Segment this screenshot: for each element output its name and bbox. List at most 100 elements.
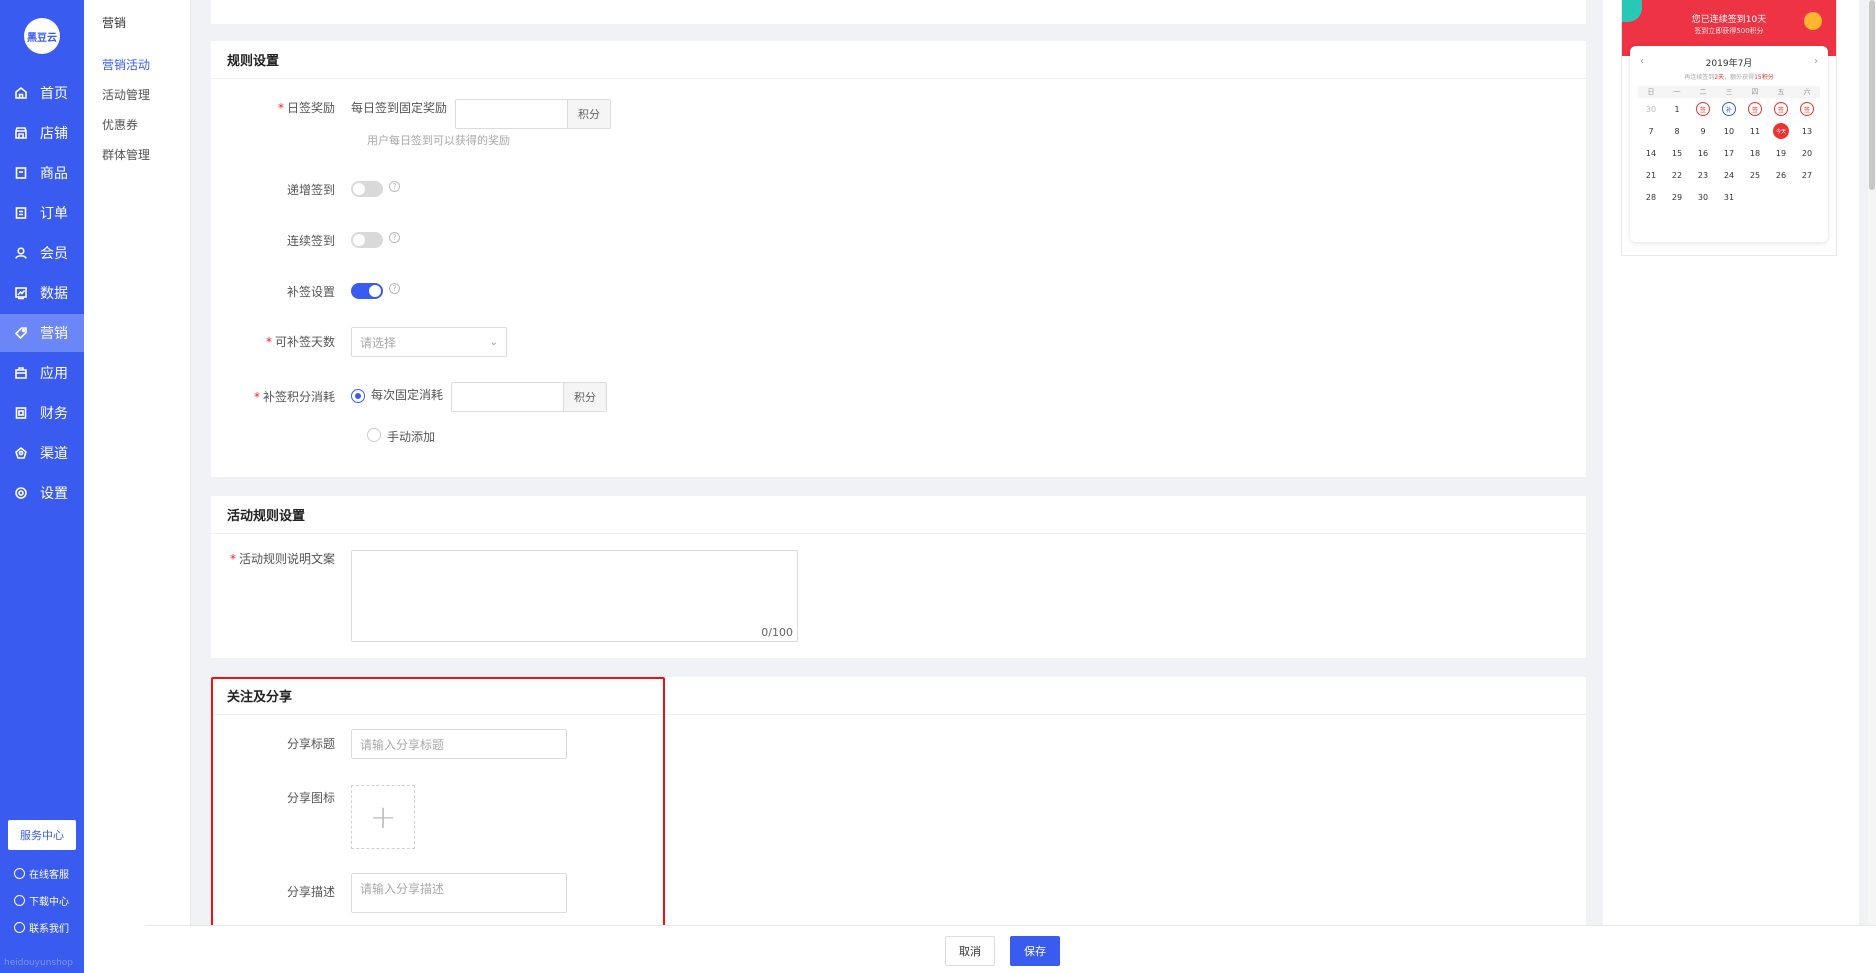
subnav-item-coupon[interactable]: 优惠券 [102,116,138,133]
calendar-day: 签 [1690,98,1716,120]
share-title-label: 分享标题 [286,737,335,751]
help-icon[interactable]: ? [389,232,400,243]
calendar-day: 28 [1645,192,1657,202]
fixed-cost-option[interactable]: 每次固定消耗 [351,382,451,404]
calendar-day: 10 [1723,126,1735,136]
chevron-right-icon[interactable]: › [1814,56,1818,67]
nav-item-marketing[interactable]: 营销 [0,314,84,352]
help-icon[interactable]: ? [389,181,400,192]
calendar-day: 16 [1697,148,1709,158]
continuous-signin-switch[interactable] [351,232,383,248]
signed-marker: 补 [1722,102,1736,116]
fixed-cost-radio[interactable] [351,388,365,403]
nav-label: 店铺 [40,126,68,142]
activity-rules-textarea[interactable]: 0/100 [351,550,798,642]
nav-item-channel[interactable]: 渠道 [0,434,84,472]
channel-icon [15,446,27,459]
service-center-button[interactable]: 服务中心 [8,820,76,850]
calendar-weekday: 六 [1794,86,1820,98]
member-icon [15,247,27,259]
option-label: 手动添加 [387,430,436,444]
share-icon-row: 分享图标 + [211,785,415,849]
rules-card: 规则设置 * 日签奖励 每日签到固定奖励 积分 用户每日签到可以获得的奖励 递增签… [211,41,1586,477]
increment-signin-switch[interactable] [351,181,383,197]
page-scrollbar[interactable] [1868,0,1876,973]
download-center-link[interactable]: 下载中心 [14,893,69,908]
logo[interactable]: 黑豆云 [24,18,60,54]
calendar-day: 补 [1716,98,1742,120]
calendar-day: 1 [1674,104,1680,114]
option-label: 每次固定消耗 [371,388,444,402]
nav-label: 应用 [40,366,68,382]
tag-icon [14,327,27,340]
chevron-down-icon: ⌄ [489,336,498,348]
contact-us-link[interactable]: 联系我们 [14,920,69,935]
makeup-cost-row: * 补签积分消耗 每次固定消耗 积分 [211,382,608,412]
finance-icon [15,407,27,419]
daily-reward-hint: 用户每日签到可以获得的奖励 [367,132,510,148]
manual-add-option[interactable]: 手动添加 [367,428,443,446]
calendar-day: 23 [1697,170,1709,180]
subnav-item-group-management[interactable]: 群体管理 [102,146,150,163]
calendar-day: 27 [1801,170,1813,180]
calendar-weekday: 五 [1768,86,1794,98]
makeup-days-select[interactable]: 请选择 ⌄ [351,327,507,357]
brand-footer: heidouyunshop [4,958,74,968]
daily-reward-input[interactable] [456,100,569,128]
main-nav: 黑豆云 首页 店铺 商品 订单 会员 数据 营销 应用 财务 渠道 设置 服务中… [0,0,84,973]
help-icon[interactable]: ? [389,283,400,294]
calendar-day: 9 [1700,126,1706,136]
online-service-link[interactable]: 在线客服 [14,866,69,881]
makeup-cost-input-group: 积分 [451,382,608,412]
calendar-day: 17 [1723,148,1735,158]
signed-marker: 签 [1748,102,1762,116]
nav-item-home[interactable]: 首页 [0,74,84,112]
subnav-item-activity-management[interactable]: 活动管理 [102,86,150,103]
nav-item-finance[interactable]: 财务 [0,394,84,432]
nav-label: 设置 [40,486,68,502]
activity-rules-row: * 活动规则说明文案 0/100 [211,550,798,642]
activity-rules-card: 活动规则设置 * 活动规则说明文案 0/100 [211,496,1586,658]
calendar-subtitle: 再连续签到2天，额外获得15积分 [1684,74,1774,81]
share-title-input[interactable]: 请输入分享标题 [351,729,567,759]
calendar-day: 25 [1749,170,1761,180]
home-icon [15,86,27,99]
download-icon [14,895,25,906]
nav-label: 营销 [40,326,68,342]
share-desc-row: 分享描述 请输入分享描述 [211,873,567,913]
save-button[interactable]: 保存 [1010,936,1060,966]
calendar-day: 15 [1671,148,1683,158]
calendar-day: 签 [1742,98,1768,120]
scrollbar-thumb[interactable] [1869,0,1875,190]
calendar-weekday: 日 [1638,86,1664,98]
contact-icon [14,922,25,933]
app-icon [15,367,27,379]
nav-item-member[interactable]: 会员 [0,234,84,272]
nav-item-app[interactable]: 应用 [0,354,84,392]
makeup-signin-switch[interactable] [351,283,383,299]
calendar-weekday: 三 [1716,86,1742,98]
calendar-day: 7 [1648,126,1654,136]
subnav-item-marketing-activity[interactable]: 营销活动 [102,56,150,73]
cancel-button[interactable]: 取消 [945,936,995,966]
previous-section-card [211,0,1586,24]
nav-item-order[interactable]: 订单 [0,194,84,232]
link-label: 下载中心 [29,897,69,908]
share-desc-input[interactable]: 请输入分享描述 [351,873,567,913]
phone-preview: 您已连续签到10天 签到立即获得500积分 ‹ 2019年7月 › 再连续签到2… [1621,0,1837,256]
nav-item-settings[interactable]: 设置 [0,474,84,512]
signin-calendar: ‹ 2019年7月 › 再连续签到2天，额外获得15积分 日一二三四五六 30 1 签… [1630,46,1828,242]
nav-item-data[interactable]: 数据 [0,274,84,312]
hint-text: 用户每日签到可以获得的奖励 [367,134,510,147]
signed-marker: 签 [1800,102,1814,116]
today-marker: 今天 [1773,123,1789,139]
calendar-day: 30 [1645,104,1657,114]
nav-item-store[interactable]: 店铺 [0,114,84,152]
makeup-cost-input[interactable] [452,383,565,411]
share-title-row: 分享标题 请输入分享标题 [211,729,567,759]
nav-label: 数据 [40,286,68,302]
manual-add-radio[interactable] [367,428,381,442]
nav-item-goods[interactable]: 商品 [0,154,84,192]
share-icon-upload[interactable]: + [351,785,415,849]
calendar-day: 13 [1801,126,1813,136]
